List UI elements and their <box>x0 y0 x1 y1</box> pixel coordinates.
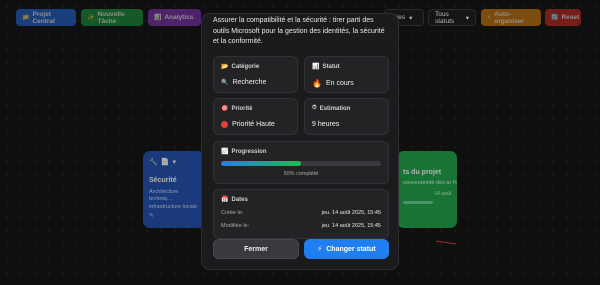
priority-label: Priorité <box>231 105 253 112</box>
card-icon: ✎ <box>149 213 154 220</box>
nouvelle-tache-label: Nouvelle Tâche <box>97 10 125 25</box>
projet-central-label: Projet Central <box>32 10 55 25</box>
chart-icon: 📊 <box>154 15 162 21</box>
auto-organiser-label: Auto-organiser <box>494 10 524 25</box>
progress-track <box>221 161 381 166</box>
calendar-icon: 📅 <box>221 197 229 203</box>
created-value: jeu. 14 août 2025, 15:45 <box>321 210 381 216</box>
chevron-down-icon[interactable]: ▾ <box>172 158 176 166</box>
card-title: Sécurité <box>149 177 177 184</box>
progress-fill <box>221 161 301 166</box>
fire-icon: 🔥 <box>312 79 322 88</box>
bolt-icon: ⚡ <box>317 246 323 253</box>
close-label: Fermer <box>244 245 268 253</box>
task-description: Assurer la compatibilité et la sécurité … <box>213 17 385 45</box>
nouvelle-tache-button[interactable]: ✨ Nouvelle Tâche <box>81 9 143 26</box>
chart-icon: 📈 <box>221 149 229 155</box>
analytics-label: Analytics <box>164 14 194 21</box>
magnifier-icon: 🔍 <box>221 80 229 86</box>
progress-text: 50% complété <box>283 171 319 177</box>
modified-row: Modifiée le: jeu. 14 août 2025, 15:45 <box>221 223 381 229</box>
chart-icon: 📊 <box>312 64 320 70</box>
card-date: 14 août <box>434 191 451 198</box>
auto-organiser-button[interactable]: ⚡ Auto-organiser <box>481 9 541 26</box>
dates-label: Dates <box>231 196 248 203</box>
task-card-securite[interactable]: 🔧 📄 ▾ Sécurité Architecture techniq… inf… <box>143 151 205 228</box>
card-title: ts du projet <box>403 169 442 176</box>
estimate-label: Estimation <box>319 105 351 112</box>
estimate-tile: ⏱ Estimation 9 heures <box>304 98 389 135</box>
card-description: souveraineté des ar l'envoi de … <box>403 180 457 186</box>
analytics-button[interactable]: 📊 Analytics <box>148 9 201 26</box>
change-status-label: Changer statut <box>326 245 376 253</box>
modified-value: jeu. 14 août 2025, 15:45 <box>321 223 381 229</box>
chevron-down-icon: ▾ <box>465 14 469 22</box>
card-description: Architecture techniq… infrastructure loc… <box>149 189 197 210</box>
task-card-projet[interactable]: ts du projet souveraineté des ar l'envoi… <box>397 151 457 228</box>
status-value: En cours <box>325 80 354 87</box>
category-label: Catégorie <box>231 63 260 70</box>
status-filter-value: Tous statuts <box>435 10 455 25</box>
sparkle-icon: ✨ <box>87 15 95 21</box>
created-row: Créée le: jeu. 14 août 2025, 15:45 <box>221 210 381 216</box>
reset-button[interactable]: 🔄 Reset <box>545 9 581 26</box>
wrench-icon[interactable]: 🔧 <box>149 158 158 166</box>
task-detail-modal: Assurer la compatibilité et la sécurité … <box>201 13 399 270</box>
chevron-down-icon: ▾ <box>409 14 413 22</box>
estimate-value: 9 heures <box>312 121 340 128</box>
status-label: Statut <box>322 63 340 70</box>
card-tools: 🔧 📄 ▾ <box>149 158 199 166</box>
progress-tile: 📈 Progression 50% complété <box>213 141 389 184</box>
priority-value: Priorité Haute <box>232 121 275 128</box>
priority-dot-icon <box>221 121 228 128</box>
progress-label: Progression <box>231 148 267 155</box>
projet-central-button[interactable]: 📁 Projet Central <box>16 9 76 26</box>
reset-icon: 🔄 <box>551 15 559 21</box>
folder-icon: 📁 <box>22 15 30 21</box>
folder-icon: 📂 <box>221 64 229 70</box>
dates-tile: 📅 Dates Créée le: jeu. 14 août 2025, 15:… <box>213 189 389 239</box>
category-tile: 📂 Catégorie 🔍 Recherche <box>213 56 298 93</box>
target-icon: 🎯 <box>221 106 229 112</box>
close-button[interactable]: Fermer <box>213 239 299 259</box>
change-status-button[interactable]: ⚡ Changer statut <box>304 239 389 259</box>
status-tile: 📊 Statut 🔥 En cours <box>304 56 389 93</box>
robot-icon: ⚡ <box>487 15 492 21</box>
card-progress-bar <box>403 201 433 205</box>
priority-tile: 🎯 Priorité Priorité Haute <box>213 98 298 135</box>
status-filter-select[interactable]: Tous statuts ▾ <box>428 9 476 26</box>
document-icon[interactable]: 📄 <box>161 158 170 166</box>
reset-label: Reset <box>561 14 580 21</box>
modified-key: Modifiée le: <box>221 223 250 229</box>
created-key: Créée le: <box>221 210 244 216</box>
category-value: Recherche <box>232 79 267 86</box>
clock-icon: ⏱ <box>312 105 317 111</box>
